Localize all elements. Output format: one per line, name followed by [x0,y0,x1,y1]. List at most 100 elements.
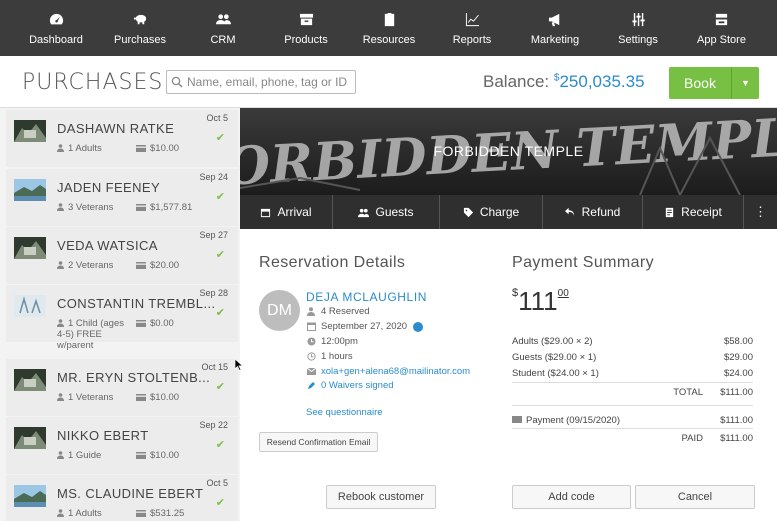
purchase-list-item[interactable]: MR. ERYN STOLTENB... Oct 15 ✔ 1 Veterans $10… [6,359,238,416]
total-label: TOTAL [673,387,703,398]
nav-settings[interactable]: Settings [610,0,666,56]
line-item-label: Adults ($29.00 × 2) [512,336,593,347]
page-header: PURCHASES Balance: $250,035.35 Book ▼ [0,56,777,108]
customer-name-link[interactable]: DEJA MCLAUGHLIN [306,290,427,304]
purchase-list-item[interactable]: CONSTANTIN TREMBL... Sep 28 ✔ 1 Child (ages… [6,285,238,351]
chevron-down-icon[interactable]: ▼ [731,67,759,99]
cancel-button[interactable]: Cancel [635,485,755,509]
nav-label: Purchases [114,33,166,46]
checkmark-icon: ✔ [215,439,225,451]
checkmark-icon: ✔ [215,191,225,203]
product-thumbnail [14,295,46,317]
waivers-link[interactable]: 0 Waivers signed [306,380,394,391]
product-thumbnail [14,237,46,259]
duration-text: 1 hours [321,351,353,362]
guest-count: 1 Child (ages 4-5) FREE w/parent [57,318,135,351]
customer-name: MR. ERYN STOLTENB... [57,370,211,385]
purchase-date: Sep 24 [199,172,228,182]
product-thumbnail [14,485,46,507]
customer-name: CONSTANTIN TREMBL... [57,296,216,311]
line-item: Adults ($29.00 × 2) $58.00 [512,336,753,347]
credit-card-icon [136,204,146,211]
user-icon [57,144,64,152]
price-text: $10.00 [150,143,180,154]
user-icon [57,261,64,269]
action-label: Arrival [277,205,312,219]
time-text: 12:00pm [321,336,358,347]
line-item-amount: $58.00 [723,336,753,347]
nav-crm[interactable]: CRM [168,0,278,56]
guest-text: 3 Veterans [68,202,114,213]
line-item-amount: $29.00 [723,352,753,363]
guest-count: 1 Adults [57,143,102,154]
action-bar: Arrival Guests Charge Refund Receipt ⋮ [240,195,777,229]
guest-count: 2 Veterans [57,260,113,271]
mouse-cursor-icon [235,359,243,371]
reservation-heading: Reservation Details [259,254,406,271]
credit-card-icon [136,452,146,459]
price-text: $1,577.81 [150,202,193,213]
purchase-list-item[interactable]: NIKKO EBERT Sep 22 ✔ 1 Guide $10.00 [6,417,238,474]
users-icon [214,11,232,29]
nav-reports[interactable]: Reports [444,0,500,56]
email-text: xola+gen+alena68@mailinator.com [321,366,471,377]
divider [512,405,753,406]
nav-products[interactable]: Products [278,0,334,56]
customer-email[interactable]: xola+gen+alena68@mailinator.com [306,366,470,377]
tag-icon [463,207,473,217]
purchase-amount: $20.00 [136,260,179,271]
line-chart-icon [463,11,481,29]
nav-app-store[interactable]: App Store [666,0,777,56]
nav-purchases[interactable]: Purchases [112,0,168,56]
purchase-list-item[interactable]: VEDA WATSICA Sep 27 ✔ 2 Veterans $20.00 [6,227,238,284]
megaphone-icon [546,11,564,29]
user-icon [57,451,64,459]
payment-heading: Payment Summary [512,254,655,271]
customer-name: MS. CLAUDINE EBERT [57,486,204,501]
search-box[interactable] [166,70,356,94]
purchase-date: Oct 5 [206,478,228,488]
guests-button[interactable]: Guests [333,195,440,229]
guest-text: 1 Adults [68,143,102,154]
paid-amount: $111.00 [720,433,753,444]
purchase-list-item[interactable]: MS. CLAUDINE EBERT Oct 5 ✔ 1 Adults $531.25 [6,475,238,521]
purchase-list-item[interactable]: DASHAWN RATKE Oct 5 ✔ 1 Adults $10.00 [6,110,238,167]
book-button[interactable]: Book ▼ [669,67,759,99]
receipt-button[interactable]: Receipt [643,195,744,229]
refund-button[interactable]: Refund [543,195,643,229]
purchase-date: Sep 22 [199,420,228,430]
more-menu-button[interactable]: ⋮ [744,195,777,229]
credit-card-icon [136,145,146,152]
product-thumbnail [14,179,46,201]
action-label: Receipt [681,205,722,219]
search-icon [171,76,183,88]
waivers-text: 0 Waivers signed [321,380,394,391]
arrival-button[interactable]: Arrival [240,195,333,229]
purchase-list-item[interactable]: JADEN FEENEY Sep 24 ✔ 3 Veterans $1,577.81 [6,169,238,226]
dashboard-icon [47,11,65,29]
product-banner: FORBIDDEN TEMPLE FORBIDDEN TEMPLE [240,108,777,195]
questionnaire-link[interactable]: See questionnaire [306,407,383,418]
search-input[interactable] [187,75,355,89]
action-label: Charge [479,205,520,219]
purchase-amount: $10.00 [136,450,179,461]
rebook-customer-button[interactable]: Rebook customer [326,485,436,509]
balance-label: Balance: [483,72,554,91]
nav-resources[interactable]: Resources [334,0,444,56]
checkmark-icon: ✔ [215,249,225,261]
credit-card-icon [136,394,146,401]
divider [512,428,753,429]
calendar-icon [306,322,316,331]
line-item-label: Guests ($29.00 × 1) [512,352,597,363]
add-code-button[interactable]: Add code [512,485,631,509]
payment-row: Payment (09/15/2020) $111.00 [512,415,753,426]
resend-confirmation-button[interactable]: Resend Confirmation Email [259,432,378,452]
line-item: Student ($24.00 × 1) $24.00 [512,368,753,379]
nav-marketing[interactable]: Marketing [500,0,610,56]
envelope-icon [306,368,316,375]
price-text: $10.00 [150,450,180,461]
charge-button[interactable]: Charge [440,195,543,229]
customer-name: NIKKO EBERT [57,428,149,443]
reserved-count: 4 Reserved [306,306,370,317]
nav-dashboard[interactable]: Dashboard [0,0,112,56]
